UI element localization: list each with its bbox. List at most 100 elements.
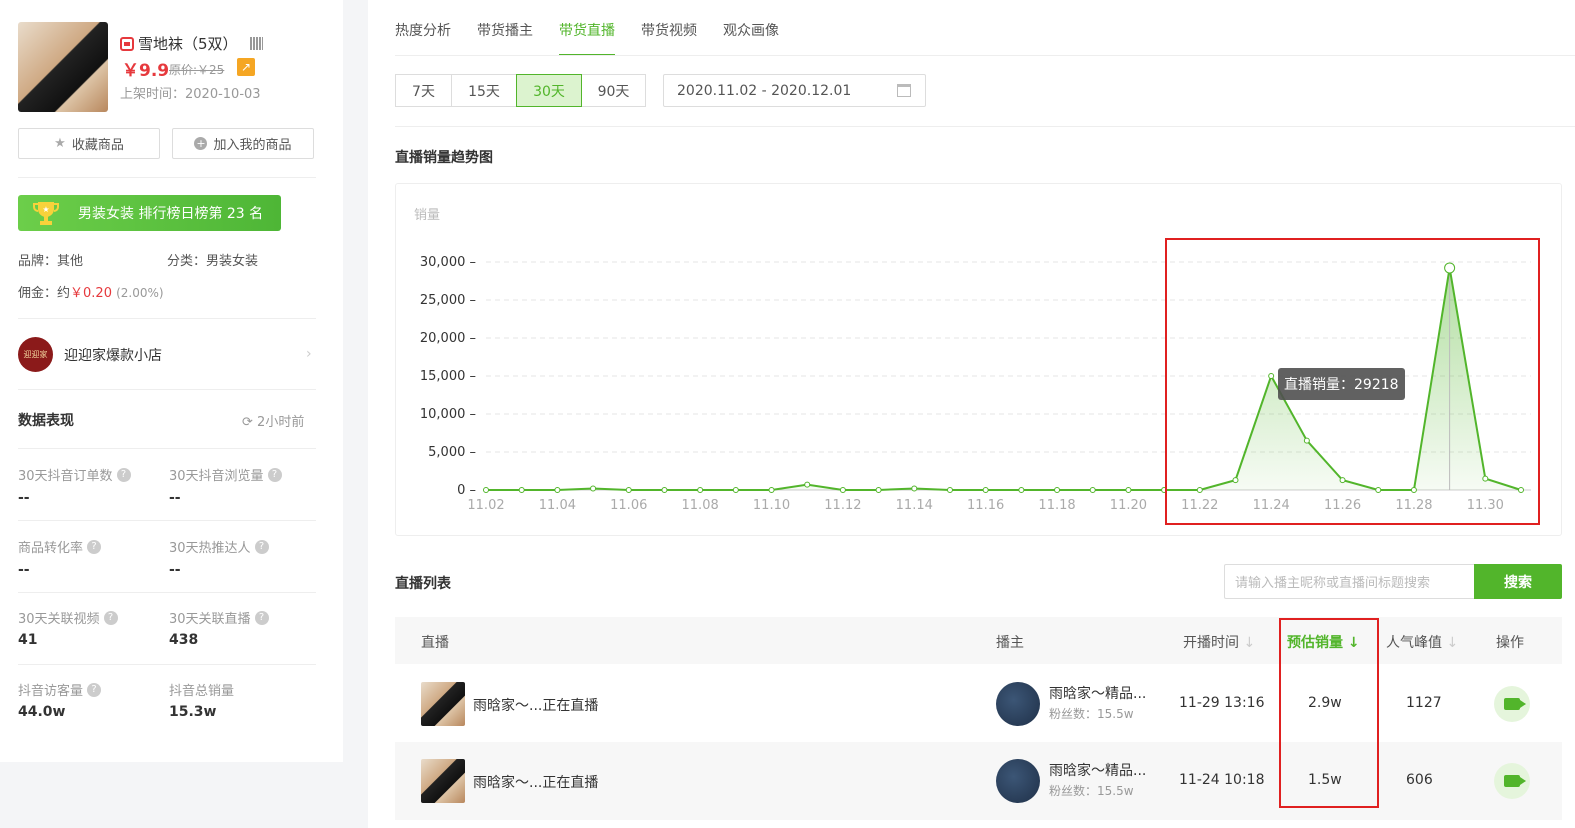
data-point xyxy=(768,487,775,493)
x-tick-label: 11.14 xyxy=(896,498,933,513)
x-tick-label: 11.08 xyxy=(682,498,719,513)
y-tick-label: 10,000 – xyxy=(420,407,476,422)
x-tick-label: 11.04 xyxy=(539,498,576,513)
tab-heat-analysis[interactable]: 热度分析 xyxy=(395,20,451,56)
divider xyxy=(18,318,316,319)
start-time: 11-29 13:16 xyxy=(1179,695,1265,711)
y-tick-label: 25,000 – xyxy=(420,293,476,308)
plus-circle-icon: + xyxy=(194,137,208,150)
divider xyxy=(18,389,316,390)
x-tick-label: 11.12 xyxy=(824,498,861,513)
help-icon[interactable]: ? xyxy=(267,467,282,482)
help-icon[interactable]: ? xyxy=(254,610,269,625)
search-input[interactable]: 请输入播主昵称或直播间标题搜索 xyxy=(1224,564,1475,599)
data-point xyxy=(1054,487,1061,493)
host-name[interactable]: 雨晗家～精品... xyxy=(1049,760,1146,780)
divider xyxy=(18,664,316,665)
x-tick-label: 11.20 xyxy=(1110,498,1147,513)
help-icon[interactable]: ? xyxy=(254,539,269,554)
x-tick-label: 11.18 xyxy=(1038,498,1075,513)
stat-label: 30天抖音订单数? xyxy=(18,465,131,484)
live-thumbnail[interactable] xyxy=(421,682,465,726)
col-host: 播主 xyxy=(996,635,1024,651)
y-tick-label: 30,000 – xyxy=(420,255,476,270)
range-15-days[interactable]: 15天 xyxy=(451,74,517,107)
start-time: 11-24 10:18 xyxy=(1179,772,1265,788)
brand-info: 品牌：其他 xyxy=(18,254,84,269)
peak-viewers: 606 xyxy=(1406,772,1433,788)
video-camera-icon[interactable] xyxy=(1494,686,1530,722)
data-point xyxy=(483,487,489,493)
y-tick-label: 0 – xyxy=(457,483,476,498)
date-range-text: 2020.11.02 - 2020.12.01 xyxy=(677,82,852,99)
table-row[interactable]: 雨晗家～...正在直播 雨晗家～精品... 粉丝数：15.5w 11-29 13… xyxy=(395,665,1562,743)
data-point xyxy=(946,487,953,493)
calendar-icon xyxy=(897,84,911,97)
sort-icon: ↓ xyxy=(1243,635,1256,651)
search-placeholder: 请输入播主昵称或直播间标题搜索 xyxy=(1235,576,1431,591)
live-thumbnail[interactable] xyxy=(421,759,465,803)
shop-name[interactable]: 迎迎家爆款小店 xyxy=(64,345,162,365)
tab-live[interactable]: 带货直播 xyxy=(559,20,615,56)
stat-label: 30天关联视频? xyxy=(18,608,118,627)
favorite-label: 收藏商品 xyxy=(71,138,124,153)
data-point xyxy=(1089,487,1096,493)
col-peak[interactable]: 人气峰值 ↓ xyxy=(1386,632,1458,652)
help-icon[interactable]: ? xyxy=(87,539,102,554)
peak-viewers: 1127 xyxy=(1406,695,1442,711)
col-action: 操作 xyxy=(1496,635,1524,651)
commission-label: 佣金：约 xyxy=(18,286,71,301)
shop-logo[interactable]: 迎迎家 xyxy=(18,337,53,372)
video-camera-icon[interactable] xyxy=(1494,763,1530,799)
data-point xyxy=(1125,487,1132,493)
qr-code-icon[interactable] xyxy=(249,37,263,50)
favorite-button[interactable]: ★ 收藏商品 xyxy=(18,128,160,159)
avatar[interactable] xyxy=(996,759,1040,803)
range-30-days[interactable]: 30天 xyxy=(516,74,582,107)
help-icon[interactable]: ? xyxy=(87,682,102,697)
stat-value: -- xyxy=(18,562,30,578)
stat-value: 15.3w xyxy=(169,704,217,720)
product-name[interactable]: 雪地袜（5双） xyxy=(138,33,238,54)
main-content: 热度分析 带货播主 带货直播 带货视频 观众画像 7天 15天 30天 90天 … xyxy=(368,0,1575,828)
host-fans: 粉丝数：15.5w xyxy=(1049,784,1134,798)
live-title[interactable]: 雨晗家～...正在直播 xyxy=(473,695,598,715)
search-button[interactable]: 搜索 xyxy=(1474,564,1562,599)
col-live: 直播 xyxy=(421,635,449,651)
listing-date: 上架时间：2020-10-03 xyxy=(120,87,261,102)
col-start-time[interactable]: 开播时间 ↓ xyxy=(1183,632,1255,652)
data-point xyxy=(982,487,989,493)
date-range-picker[interactable]: 2020.11.02 - 2020.12.01 xyxy=(663,74,926,107)
divider xyxy=(18,520,316,521)
host-name[interactable]: 雨晗家～精品... xyxy=(1049,683,1146,703)
table-row[interactable]: 雨晗家～...正在直播 雨晗家～精品... 粉丝数：15.5w 11-24 10… xyxy=(395,742,1562,820)
tab-videos[interactable]: 带货视频 xyxy=(641,20,697,56)
divider xyxy=(18,177,316,178)
trend-chart-icon[interactable]: ↗ xyxy=(237,58,255,76)
refresh-status[interactable]: ⟳ 2小时前 xyxy=(242,411,304,430)
tab-hosts[interactable]: 带货播主 xyxy=(477,20,533,56)
tab-audience[interactable]: 观众画像 xyxy=(723,20,779,56)
x-tick-label: 11.10 xyxy=(753,498,790,513)
chevron-right-icon[interactable]: › xyxy=(306,346,312,362)
range-7-days[interactable]: 7天 xyxy=(395,74,452,107)
add-to-my-products-button[interactable]: + 加入我的商品 xyxy=(172,128,314,159)
stat-value: -- xyxy=(169,562,181,578)
y-axis-label: 销量 xyxy=(414,208,440,223)
data-point xyxy=(732,487,739,493)
avatar[interactable] xyxy=(996,682,1040,726)
divider xyxy=(18,448,316,449)
divider xyxy=(395,126,1575,127)
highlight-box xyxy=(1165,238,1540,525)
live-title[interactable]: 雨晗家～...正在直播 xyxy=(473,772,598,792)
star-icon: ★ xyxy=(54,136,66,151)
help-icon[interactable]: ? xyxy=(116,467,131,482)
original-price: 原价:￥25 xyxy=(169,63,225,77)
range-90-days[interactable]: 90天 xyxy=(581,74,646,107)
data-point xyxy=(661,487,668,493)
rank-banner[interactable]: ★ 男装女装 排行榜日榜第 23 名 xyxy=(18,195,281,231)
day-range-selector: 7天 15天 30天 90天 xyxy=(395,74,646,107)
product-image[interactable] xyxy=(18,22,108,112)
stat-label: 商品转化率? xyxy=(18,537,102,556)
help-icon[interactable]: ? xyxy=(103,610,118,625)
